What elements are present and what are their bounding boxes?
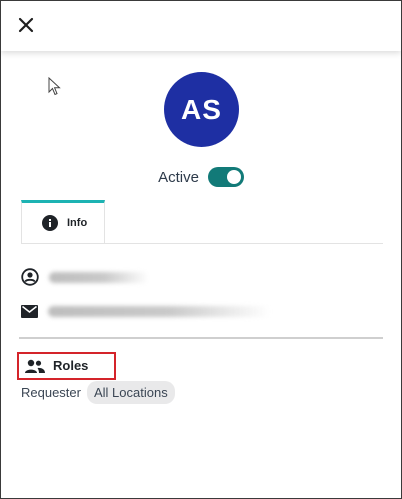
roles-values: Requester All Locations <box>21 381 175 404</box>
location-chip: All Locations <box>86 381 175 404</box>
status-row: Active <box>1 165 401 189</box>
status-label: Active <box>158 168 199 186</box>
close-button[interactable] <box>15 14 37 36</box>
account-circle-icon <box>21 268 39 286</box>
email-field <box>21 305 270 318</box>
section-divider <box>19 337 383 339</box>
avatar: AS <box>164 72 239 147</box>
active-toggle[interactable] <box>207 167 244 187</box>
mouse-pointer-icon <box>48 77 61 96</box>
email-value-redacted <box>48 306 270 317</box>
tab-info[interactable]: Info <box>21 200 105 243</box>
role-name: Requester <box>21 385 81 400</box>
profile-panel: AS Active Info Roles Requester All Locat… <box>0 0 402 499</box>
panel-header <box>1 1 401 51</box>
tab-info-label: Info <box>67 217 88 229</box>
toggle-knob <box>226 170 241 184</box>
people-icon <box>25 359 45 373</box>
tabs-divider <box>21 243 383 244</box>
name-field <box>21 268 149 286</box>
roles-header: Roles <box>25 358 88 373</box>
roles-title: Roles <box>53 358 89 373</box>
mail-icon <box>21 305 38 318</box>
info-icon <box>42 215 58 231</box>
close-icon <box>18 17 34 33</box>
name-value-redacted <box>49 271 149 283</box>
